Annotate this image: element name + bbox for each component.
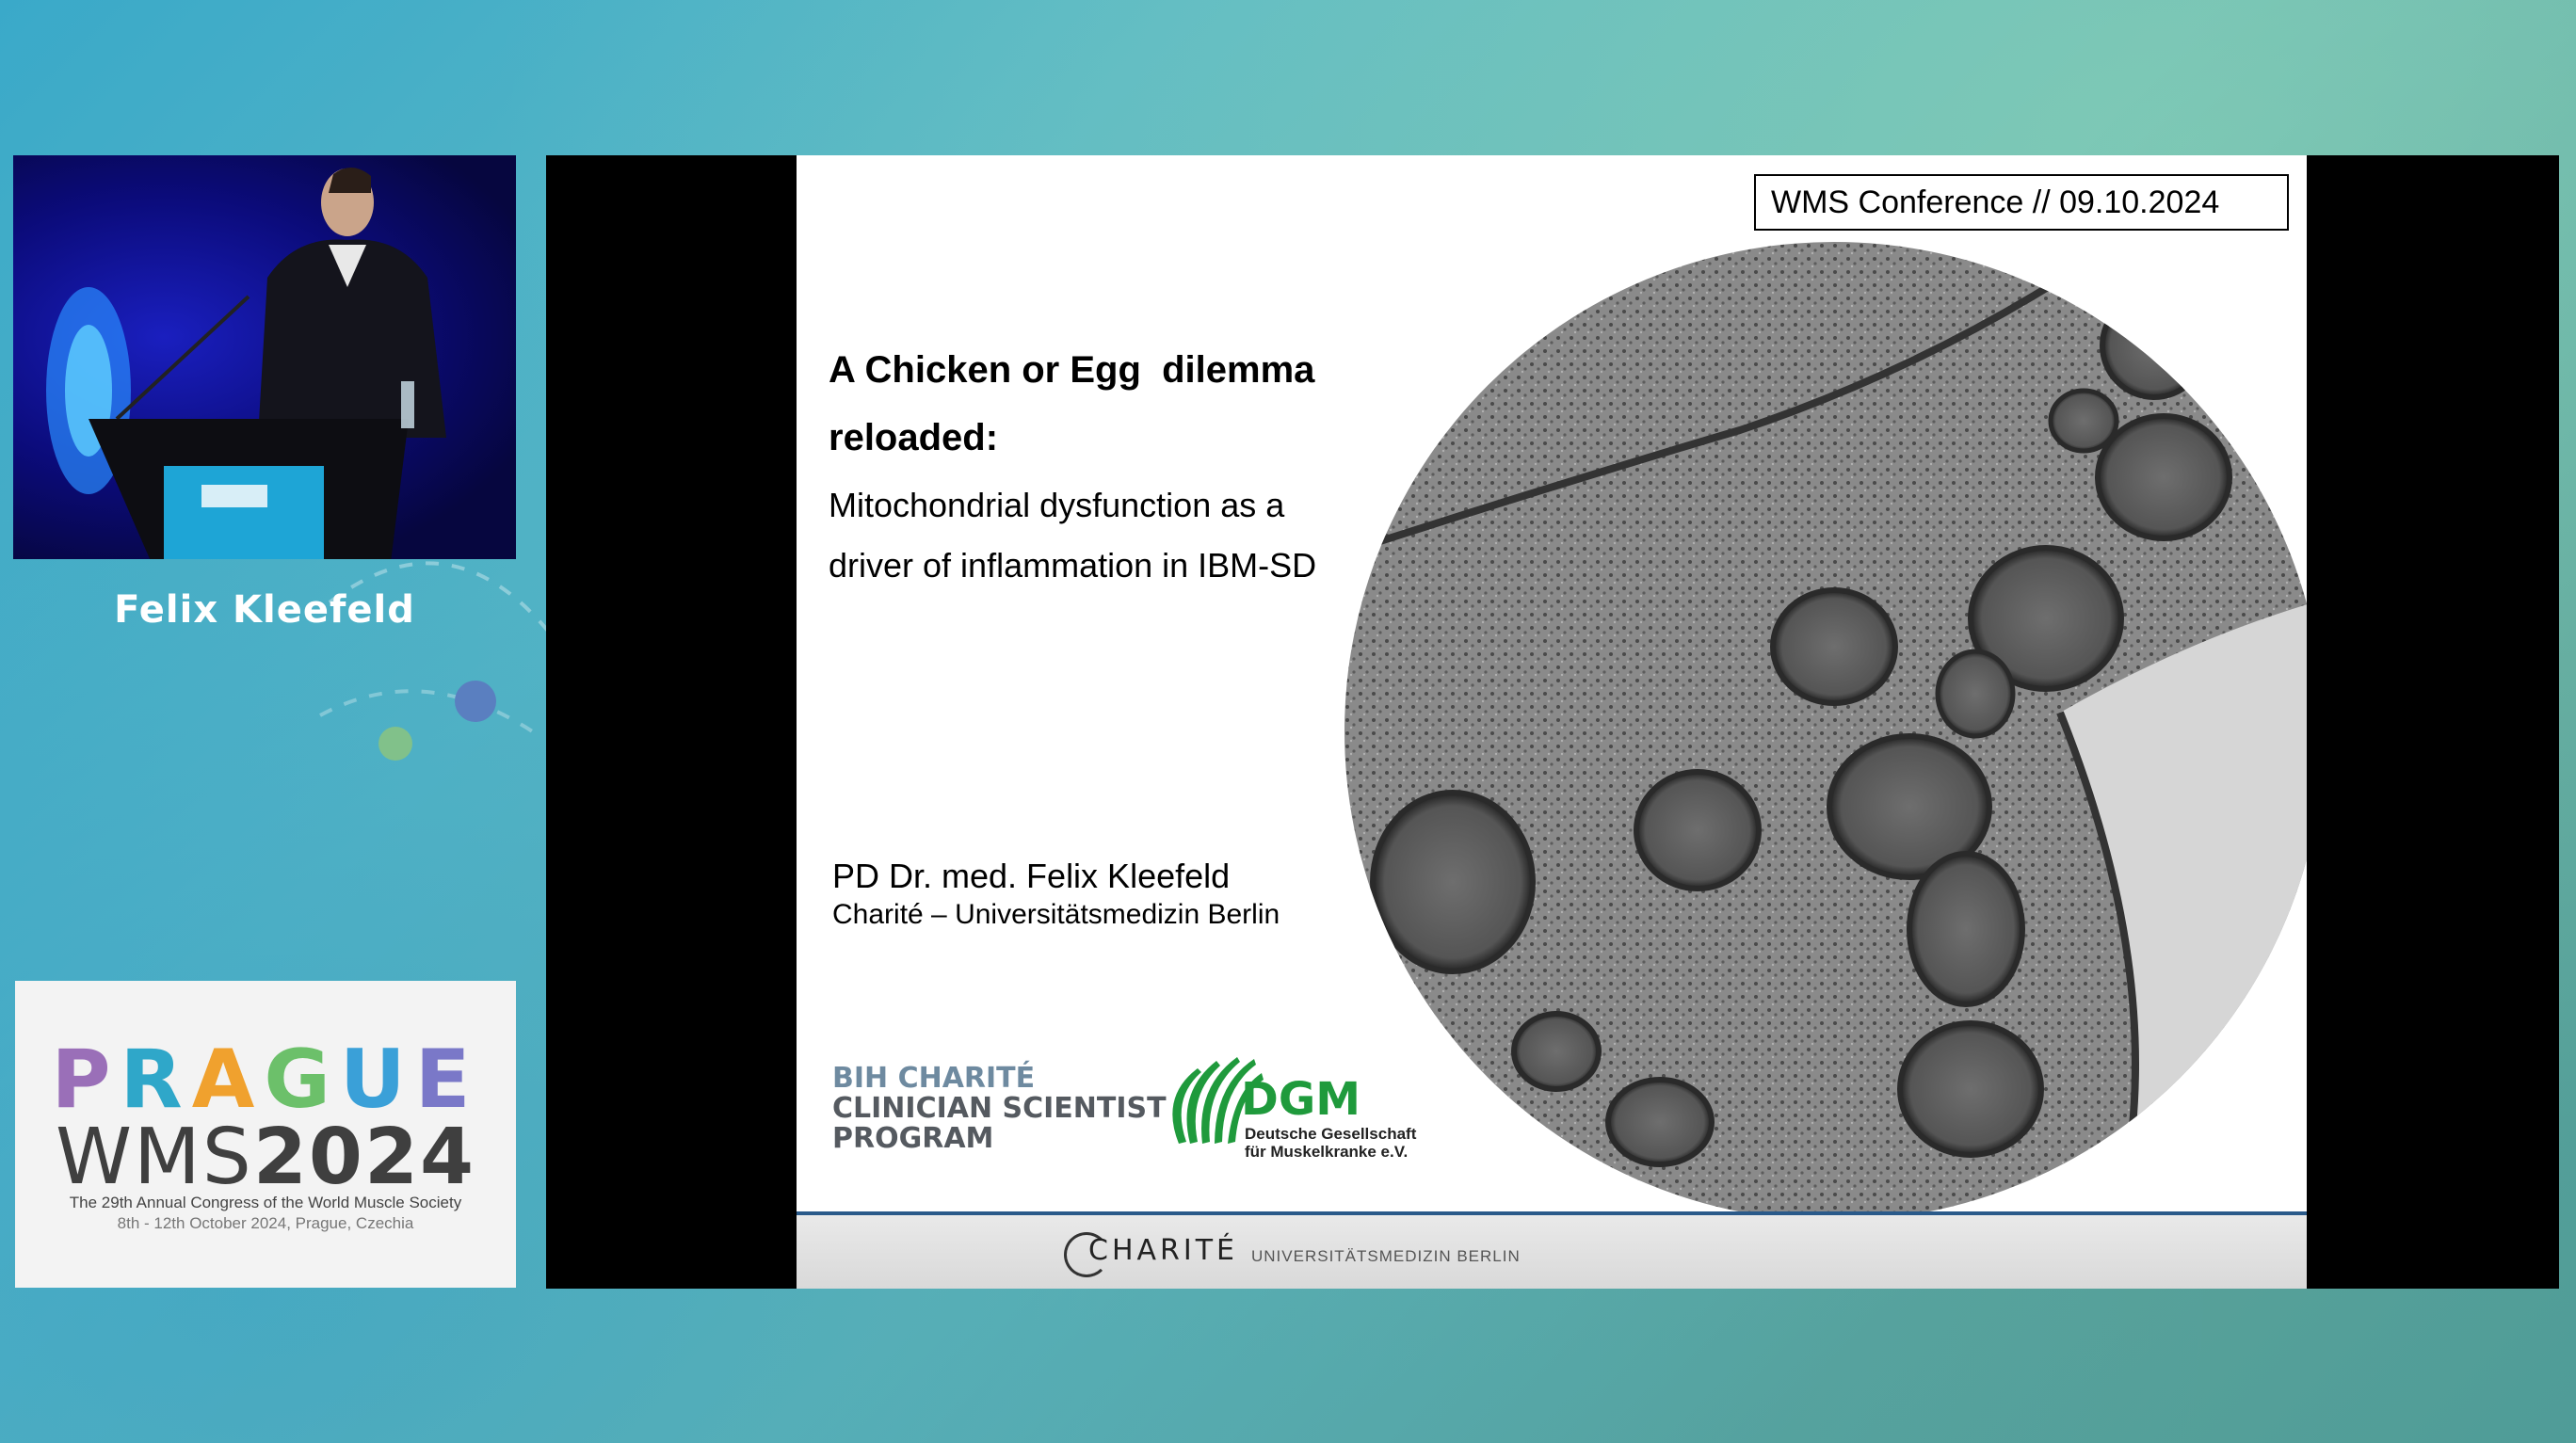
logo-dates-line: 8th - 12th October 2024, Prague, Czechia [117,1214,414,1232]
dgm-logo-subtitle: Deutsche Gesellschaft für Muskelkranke e… [1245,1125,1416,1161]
speaker-video [13,155,516,559]
slide-subtitle: Mitochondrial dysfunction as a driver of… [829,475,1412,596]
bih-charite-logo: BIH CHARITÉ CLINICIAN SCIENTIST PROGRAM [832,1064,1167,1154]
logo-wms: WMS [55,1113,253,1202]
speaker-scene [46,167,446,559]
electron-micrograph [1344,242,2307,1221]
dgm-logo-line1: Deutsche Gesellschaft [1245,1125,1417,1143]
speaker-name: Felix Kleefeld [114,588,415,632]
presenter-name: PD Dr. med. Felix Kleefeld [832,857,1231,895]
bih-logo-line2: CLINICIAN SCIENTIST [832,1092,1167,1125]
event-logo: PRAGUE WMS2024 The 29th Annual Congress … [15,981,516,1288]
dgm-logo-name: DGM [1241,1073,1361,1126]
logo-congress-line: The 29th Annual Congress of the World Mu… [69,1194,462,1211]
dgm-logo-line2: für Muskelkranke e.V. [1245,1143,1409,1161]
logo-year: 2024 [252,1113,476,1202]
presentation-slide: WMS Conference // 09.10.2024 A Chicken o… [797,155,2307,1289]
slide-footer: CHARITÉ UNIVERSITÄTSMEDIZIN BERLIN [797,1211,2307,1289]
slide-subtitle-line1: Mitochondrial dysfunction as a [829,486,1285,524]
slide-title-line1: A Chicken or Egg dilemma [829,349,1315,391]
presenter-affiliation: Charité – Universitätsmedizin Berlin [832,899,1280,930]
slide-title-line2: reloaded: [829,417,999,458]
bih-logo-line3: PROGRAM [832,1122,994,1155]
slide-title: A Chicken or Egg dilemma reloaded: [829,336,1393,472]
slide-subtitle-line2: driver of inflammation in IBM-SD [829,546,1317,585]
conference-tag: WMS Conference // 09.10.2024 [1754,174,2289,231]
charite-brand: CHARITÉ [1088,1234,1239,1267]
bih-logo-line1: BIH CHARITÉ [832,1062,1036,1095]
logo-wms-year: WMS2024 [15,1113,516,1202]
charite-subbrand: UNIVERSITÄTSMEDIZIN BERLIN [1251,1247,1521,1265]
